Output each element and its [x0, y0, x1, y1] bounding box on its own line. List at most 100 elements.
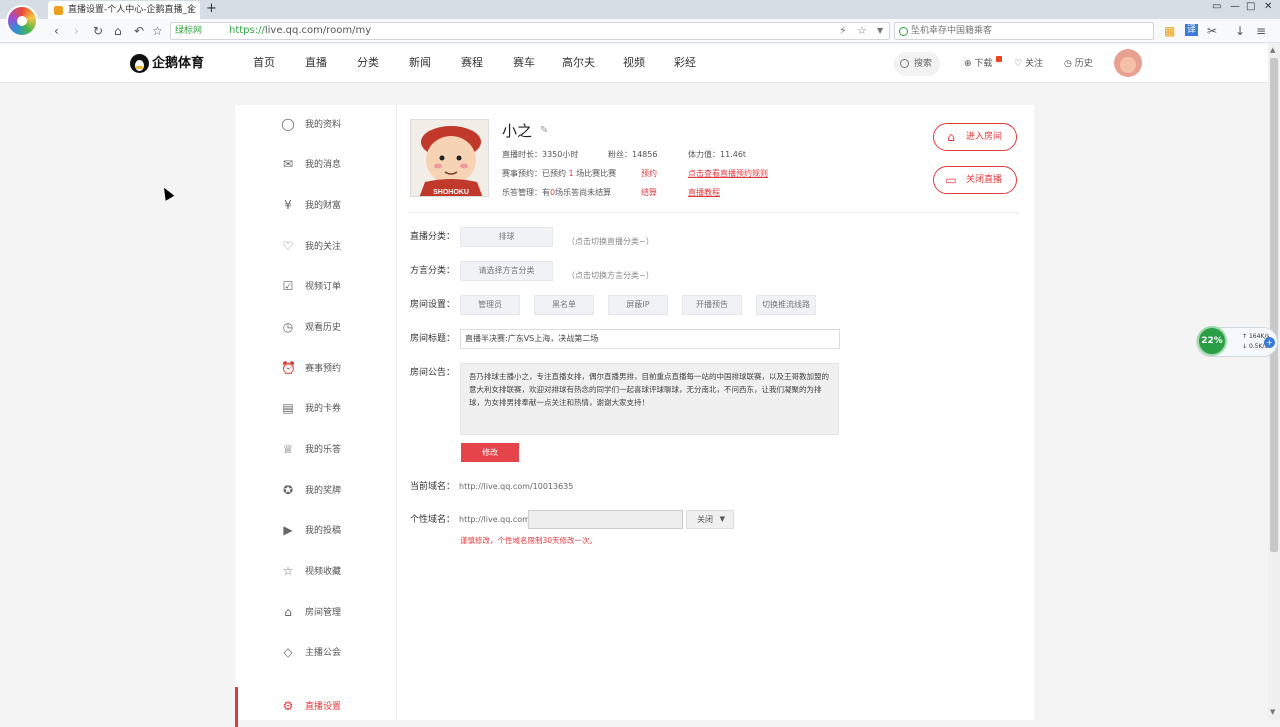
download-link[interactable]: ⊕ 下载	[964, 58, 992, 70]
sidebar-item-video-orders[interactable]: ☑ 视频订单	[235, 267, 397, 307]
download-circle-icon: ⊕	[964, 59, 972, 69]
settle-link[interactable]: 结算	[641, 187, 657, 199]
sidebar-item-quiz[interactable]: ♕ 我的乐答	[235, 430, 397, 470]
download-icon[interactable]: ↓	[1235, 23, 1245, 39]
refresh-icon[interactable]: ↻	[93, 23, 103, 39]
history-link[interactable]: ◷ 历史	[1064, 58, 1093, 70]
back-icon[interactable]: ‹	[54, 23, 59, 39]
page-scrollbar[interactable]: ▲ ▼	[1268, 44, 1280, 720]
sidebar-item-wealth[interactable]: ¥ 我的财富	[235, 186, 397, 226]
browser-toolbar: ‹ › ↻ ⌂ ↶ ☆ 绿标网 https://live.qq.com/room…	[0, 19, 1280, 43]
quiz-stat: 乐答管理：有0场乐答尚未结算	[502, 188, 612, 197]
mouse-cursor	[159, 185, 175, 201]
enter-room-button[interactable]: ⌂ 进入房间	[933, 123, 1017, 151]
scroll-up-icon[interactable]: ▲	[1270, 46, 1275, 54]
minimize-icon[interactable]: —	[1230, 1, 1240, 12]
gear-icon: ⚙	[282, 699, 294, 713]
nav-video[interactable]: 视频	[623, 56, 645, 70]
star-icon: ☆	[282, 564, 294, 578]
browser-tab[interactable]: 直播设置-个人中心-企鹅直播_企 ×	[48, 1, 200, 19]
sidebar-item-coupons[interactable]: ▤ 我的卡券	[235, 389, 397, 429]
blacklist-button[interactable]: 黑名单	[534, 295, 594, 315]
alarm-icon: ⏰	[281, 361, 296, 375]
nav-home[interactable]: 首页	[253, 56, 275, 70]
address-bar[interactable]: 绿标网 https://live.qq.com/room/my ⚡ ☆ ▼	[170, 22, 890, 40]
category-label: 直播分类：	[410, 232, 456, 242]
sidebar-item-profile[interactable]: ◯ 我的资料	[235, 105, 397, 145]
svg-text:SHOHOKU: SHOHOKU	[433, 189, 469, 196]
nav-golf[interactable]: 高尔夫	[562, 56, 595, 70]
maximize-icon[interactable]: □	[1246, 1, 1255, 12]
favorite-star-icon[interactable]: ☆	[152, 23, 163, 39]
scissors-icon[interactable]: ✂	[1207, 23, 1217, 39]
undo-icon[interactable]: ↶	[134, 23, 144, 39]
nav-racing[interactable]: 赛车	[513, 56, 535, 70]
check-icon: ☑	[282, 279, 294, 293]
network-usage-circle[interactable]: 22%	[1197, 326, 1227, 356]
caret-down-icon: ▼	[719, 515, 725, 523]
menu-icon[interactable]: ≡	[1256, 23, 1266, 39]
follow-link[interactable]: ♡ 关注	[1014, 58, 1043, 70]
live-preview-button[interactable]: 开播预告	[682, 295, 742, 315]
current-domain-link[interactable]: http://live.qq.com/10013635	[459, 481, 573, 493]
switch-stream-line-button[interactable]: 切换推流线路	[756, 295, 816, 315]
admin-button[interactable]: 管理员	[460, 295, 520, 315]
room-title-input[interactable]: 直播半决赛:广东VS上海，决战第二场	[460, 329, 840, 349]
sidebar-item-live-settings[interactable]: ⚙ 直播设置	[235, 687, 397, 727]
sidebar-item-room-management[interactable]: ⌂ 房间管理	[235, 593, 397, 633]
custom-domain-select[interactable]: 关闭 ▼	[686, 510, 734, 529]
main-content: SHOHOKU 小之 ✎ 直播时长：3350小时 粉丝：14856 体力值：11…	[397, 105, 1034, 720]
apps-grid-icon[interactable]: ▦	[1164, 23, 1175, 39]
nav-lottery[interactable]: 彩经	[674, 56, 696, 70]
edit-button[interactable]: 修改	[461, 443, 519, 462]
window-close-icon[interactable]: ✕	[1264, 1, 1272, 12]
bookmark-star-icon[interactable]: ☆	[857, 25, 867, 37]
block-ip-button[interactable]: 屏蔽IP	[608, 295, 668, 315]
close-live-button[interactable]: ▭ 关闭直播	[933, 166, 1017, 194]
diamond-icon: ◇	[283, 645, 293, 659]
sidebar-item-messages[interactable]: ✉ 我的消息	[235, 145, 397, 185]
custom-domain-input[interactable]	[528, 510, 683, 529]
chevron-down-icon[interactable]: ▼	[877, 25, 883, 37]
sidebar-item-event-booking[interactable]: ⏰ 赛事预约	[235, 349, 397, 389]
sidebar: ◯ 我的资料 ✉ 我的消息 ¥ 我的财富 ♡ 我的关注 ☑ 视频订单 ◷ 观看历史 ⏰ 赛事预…	[235, 105, 397, 727]
dialect-selector[interactable]: 请选择方言分类	[460, 261, 553, 281]
home-icon[interactable]: ⌂	[114, 23, 122, 39]
scroll-down-icon[interactable]: ▼	[1270, 708, 1275, 716]
scroll-thumb[interactable]	[1270, 58, 1278, 552]
brand-logo[interactable]: 企鹅体育	[130, 54, 204, 74]
yen-icon: ¥	[284, 198, 292, 212]
header-search-button[interactable]: 搜索	[894, 52, 940, 76]
booking-rules-link[interactable]: 点击查看直播预约规则	[688, 168, 768, 180]
sidebar-item-watch-history[interactable]: ◷ 观看历史	[235, 308, 397, 348]
sidebar-item-medals[interactable]: ✪ 我的奖牌	[235, 471, 397, 511]
room-notice-textarea[interactable]: 吾乃排球主播小之，专注直播女排，偶尔直播男排，目前重点直播每一站的中国排球联赛，…	[460, 363, 839, 435]
tutorial-link[interactable]: 直播教程	[688, 187, 720, 199]
nav-schedule[interactable]: 赛程	[461, 56, 483, 70]
sidebar-item-follows[interactable]: ♡ 我的关注	[235, 227, 397, 267]
dialect-hint: （点击切换方言分类~）	[567, 271, 654, 280]
nav-live[interactable]: 直播	[305, 56, 327, 70]
user-avatar[interactable]	[1114, 49, 1142, 77]
nav-news[interactable]: 新闻	[409, 56, 431, 70]
category-selector[interactable]: 排球	[460, 227, 553, 247]
forward-icon[interactable]: ›	[74, 23, 79, 39]
browser-search-input[interactable]: 坠机幸存中国籍乘客	[894, 22, 1154, 40]
nav-category[interactable]: 分类	[357, 56, 379, 70]
clock-icon: ◷	[282, 320, 294, 334]
tab-close-icon[interactable]: ×	[187, 1, 195, 19]
lightning-icon[interactable]: ⚡	[839, 25, 847, 37]
window-restore-icon[interactable]: ▭	[1212, 1, 1221, 12]
translate-icon[interactable]: 译	[1185, 24, 1199, 36]
custom-domain-prefix: http://live.qq.com/	[459, 515, 533, 524]
booking-link[interactable]: 预约	[641, 168, 657, 180]
sidebar-item-submissions[interactable]: ▶ 我的投稿	[235, 511, 397, 551]
sidebar-item-guild[interactable]: ◇ 主播公会	[235, 633, 397, 673]
room-notice-label: 房间公告：	[410, 368, 456, 378]
medal-icon: ✪	[282, 483, 294, 497]
browser-logo-icon[interactable]	[6, 5, 38, 37]
edit-name-icon[interactable]: ✎	[540, 125, 548, 137]
plus-icon[interactable]: +	[1264, 337, 1275, 348]
sidebar-item-video-favorites[interactable]: ☆ 视频收藏	[235, 552, 397, 592]
new-tab-button[interactable]: +	[206, 0, 217, 18]
